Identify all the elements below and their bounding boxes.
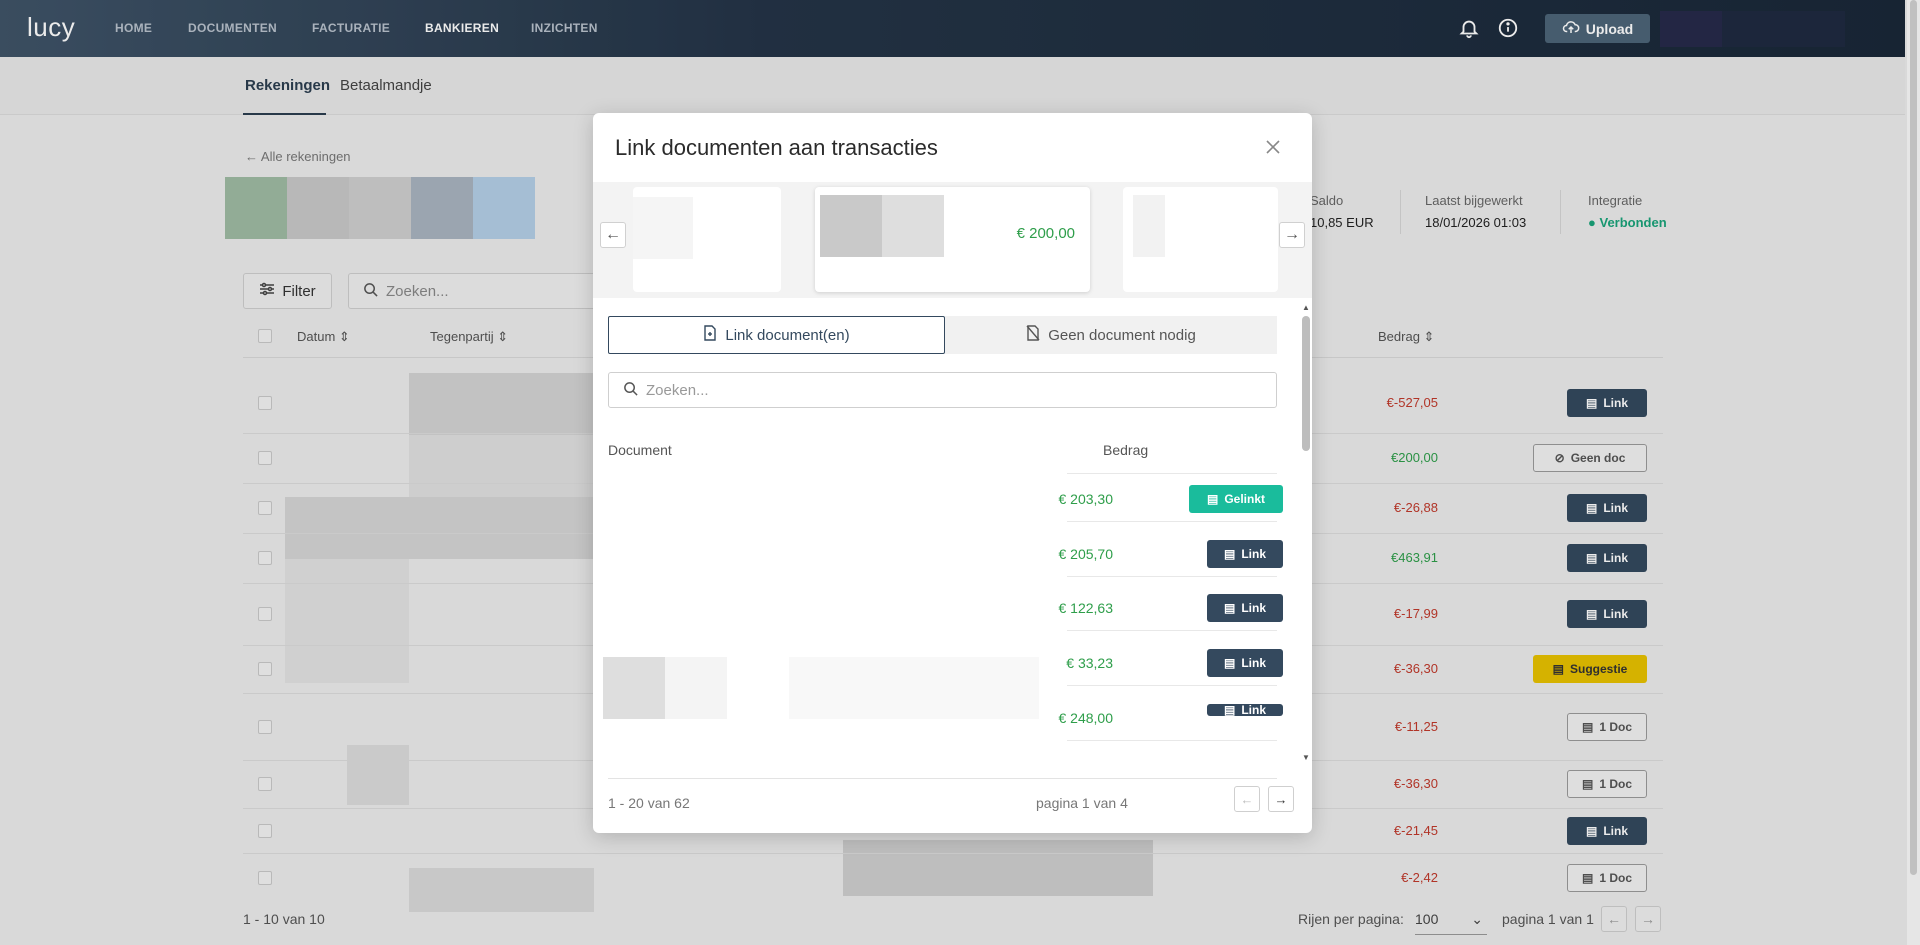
link-label: Link — [1241, 704, 1266, 716]
transaction-card[interactable] — [633, 187, 781, 292]
selected-transaction-amount: € 200,00 — [1016, 225, 1075, 242]
document-amount: € 122,63 — [1058, 600, 1114, 616]
document-icon: ▤ — [1223, 547, 1236, 561]
divider — [1067, 740, 1277, 741]
link-label: Link — [1241, 547, 1266, 561]
arrow-right-icon: → — [1284, 226, 1300, 243]
link-label: Link — [1241, 656, 1266, 670]
document-amount: € 248,00 — [1058, 710, 1114, 726]
divider — [1067, 521, 1277, 522]
close-icon[interactable] — [1263, 137, 1287, 161]
document-amount: € 203,30 — [1058, 491, 1114, 507]
document-off-icon — [1026, 325, 1040, 345]
search-icon — [623, 381, 638, 400]
linked-button[interactable]: ▤ Gelinkt — [1189, 485, 1283, 513]
scroll-down-icon[interactable]: ▼ — [1301, 753, 1311, 762]
link-button[interactable]: ▤ Link — [1207, 649, 1283, 677]
divider — [1067, 473, 1277, 474]
divider — [1067, 630, 1277, 631]
column-header-doc-amount: Bedrag — [1103, 442, 1149, 458]
modal-prev-page-button[interactable]: ← — [1234, 786, 1260, 812]
document-icon: ▤ — [1206, 492, 1219, 506]
tab-link-label: Link document(en) — [725, 326, 850, 344]
link-label: Gelinkt — [1224, 492, 1266, 506]
search-placeholder: Zoeken... — [646, 381, 709, 399]
modal-title: Link documenten aan transacties — [615, 135, 938, 160]
divider — [608, 778, 1277, 779]
page-scrollbar[interactable] — [1907, 0, 1920, 945]
link-documents-modal: Link documenten aan transacties ← € 200,… — [593, 113, 1312, 833]
modal-next-page-button[interactable]: → — [1268, 786, 1294, 812]
document-icon: ▤ — [1223, 656, 1236, 670]
scroll-up-icon[interactable]: ▲ — [1301, 303, 1311, 312]
transaction-card-selected[interactable]: € 200,00 — [815, 187, 1090, 292]
tab-none-label: Geen document nodig — [1048, 326, 1196, 344]
link-button[interactable]: ▤ Link — [1207, 704, 1283, 716]
document-amount: € 205,70 — [1058, 546, 1114, 562]
modal-page-indicator: pagina 1 van 4 — [1036, 795, 1128, 811]
carousel-prev-button[interactable]: ← — [600, 222, 626, 248]
divider — [1067, 685, 1277, 686]
modal-scrollbar[interactable]: ▲ ▼ — [1301, 303, 1311, 763]
link-button[interactable]: ▤ Link — [1207, 594, 1283, 622]
document-amount: € 33,23 — [1066, 655, 1113, 671]
link-button[interactable]: ▤ Link — [1207, 540, 1283, 568]
arrow-right-icon: → — [1274, 791, 1288, 807]
arrow-left-icon: ← — [1240, 791, 1254, 807]
link-label: Link — [1241, 601, 1266, 615]
tab-link-documents[interactable]: Link document(en) — [608, 316, 945, 354]
arrow-left-icon: ← — [605, 226, 621, 243]
document-icon: ▤ — [1223, 601, 1236, 615]
carousel-next-button[interactable]: → — [1279, 222, 1305, 248]
transaction-card[interactable] — [1123, 187, 1278, 292]
document-icon: ▤ — [1223, 704, 1236, 716]
column-header-document: Document — [608, 442, 672, 458]
divider — [1067, 576, 1277, 577]
document-link-icon — [703, 325, 717, 345]
tab-no-document-needed[interactable]: Geen document nodig — [945, 316, 1277, 354]
transaction-carousel: ← € 200,00 → — [593, 182, 1312, 298]
redacted-block — [665, 657, 727, 719]
document-count: 1 - 20 van 62 — [608, 795, 690, 811]
redacted-block — [603, 657, 665, 719]
document-search-input[interactable]: Zoeken... — [608, 372, 1277, 408]
